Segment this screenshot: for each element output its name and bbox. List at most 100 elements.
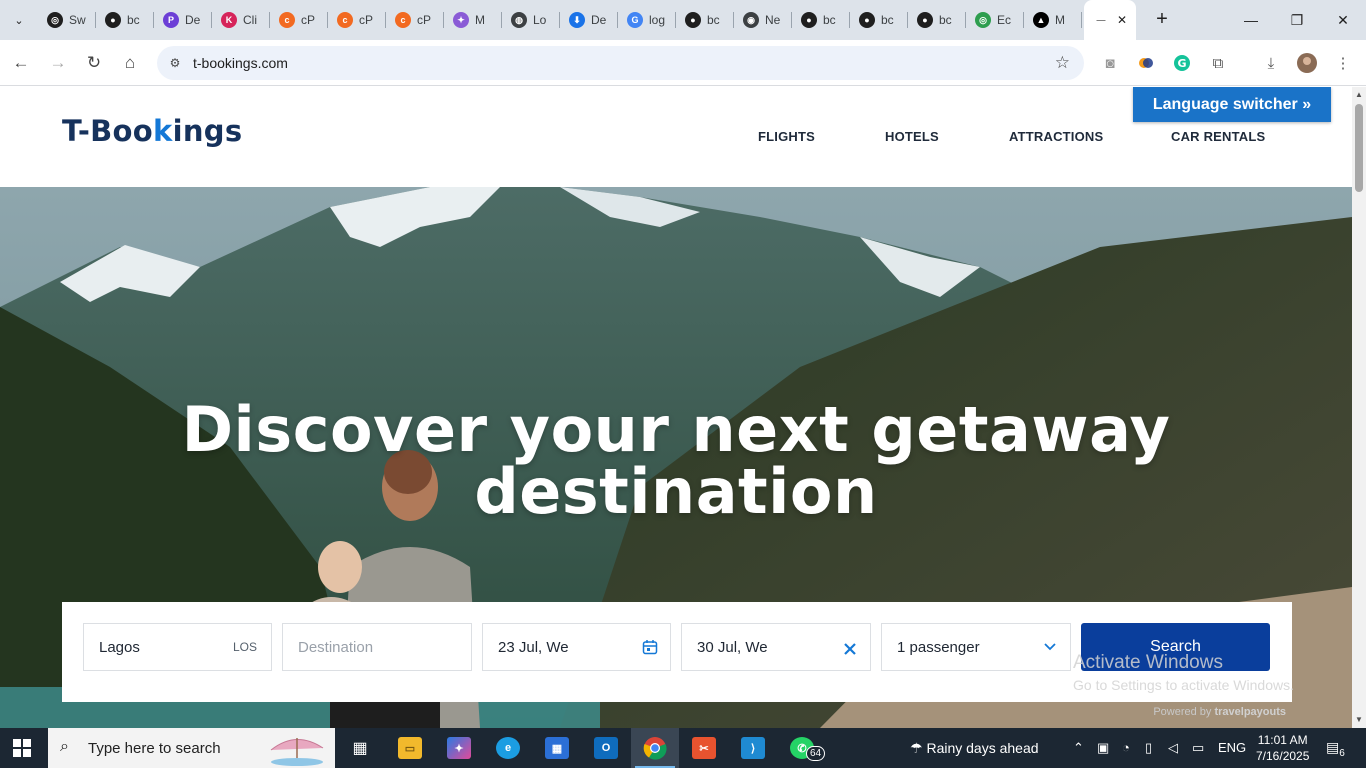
depart-date-field[interactable]: 23 Jul, We	[482, 623, 671, 671]
browser-tab[interactable]: — ✕	[1084, 0, 1136, 40]
notification-center-icon[interactable]: ▤6	[1326, 739, 1345, 759]
browser-tab[interactable]: ● bc	[908, 0, 966, 40]
volume-icon[interactable]: ◁	[1168, 740, 1178, 756]
chrome-taskbar-icon[interactable]	[631, 728, 679, 768]
destination-field[interactable]: Destination	[282, 623, 472, 671]
downloads-icon[interactable]: ⤓	[1260, 52, 1282, 74]
tab-title: bc	[707, 13, 720, 27]
browser-tab[interactable]: ◎ Ec	[966, 0, 1024, 40]
battery-icon[interactable]: ▭	[1192, 740, 1204, 756]
nav-hotels[interactable]: HOTELS	[885, 129, 939, 144]
bookmark-star-icon[interactable]: ☆	[1055, 53, 1070, 73]
vercel-icon: ▲	[1033, 12, 1049, 28]
search-highlight-illustration	[270, 738, 324, 766]
site-settings-icon[interactable]: ⚙	[166, 54, 184, 72]
nav-car-rentals[interactable]: CAR RENTALS	[1171, 129, 1265, 144]
browser-tab[interactable]: ✦ M	[444, 0, 502, 40]
tab-list: ◎ Sw ● bc P De K Cli c cP c cP c cP ✦ M ◍ Lo ⬇ De Glog ● bc ◉ Ne…	[38, 0, 1136, 40]
windows-taskbar: ⌕ Type here to search ▦ ▭ ✦ e ▦ O ✂ ⟩ ✆ …	[0, 728, 1366, 768]
browser-tab[interactable]: ● bc	[96, 0, 154, 40]
browser-tab[interactable]: ● bc	[792, 0, 850, 40]
forward-arrow-icon[interactable]: →	[45, 50, 71, 76]
taskbar-search-box[interactable]: ⌕ Type here to search	[48, 728, 335, 768]
browser-tab[interactable]: ⬇ De	[560, 0, 618, 40]
origin-field[interactable]: Lagos LOS	[83, 623, 272, 671]
clear-x-icon[interactable]	[840, 639, 860, 659]
scroll-thumb[interactable]	[1355, 104, 1363, 192]
scroll-down-arrow-icon[interactable]: ▼	[1354, 715, 1364, 725]
passengers-value: 1 passenger	[897, 639, 980, 656]
passengers-select[interactable]: 1 passenger	[881, 623, 1071, 671]
tray-app-icon[interactable]: ▣	[1097, 740, 1109, 756]
chevron-down-icon	[1040, 637, 1060, 657]
camera-icon[interactable]: ◙	[1099, 52, 1121, 74]
browser-tab[interactable]: ◍ Lo	[502, 0, 560, 40]
scroll-up-arrow-icon[interactable]: ▲	[1354, 90, 1364, 100]
tab-title: cP	[417, 13, 432, 27]
whatsapp-icon[interactable]: ✆ 64	[778, 728, 826, 768]
destination-placeholder: Destination	[298, 639, 374, 656]
minimize-icon[interactable]: —	[1228, 0, 1274, 40]
back-arrow-icon[interactable]: ←	[8, 50, 34, 76]
input-language[interactable]: ENG	[1218, 740, 1246, 755]
windows-start-icon[interactable]	[13, 739, 31, 757]
profile-avatar[interactable]	[1296, 52, 1318, 74]
task-view-icon[interactable]: ▦	[336, 728, 384, 768]
browser-tab[interactable]: c cP	[328, 0, 386, 40]
browser-tab[interactable]: ● bc	[850, 0, 908, 40]
browser-tab[interactable]: ◉ Ne	[734, 0, 792, 40]
browser-tab[interactable]: Glog	[618, 0, 676, 40]
file-explorer-icon[interactable]: ▭	[386, 728, 434, 768]
microsoft-store-icon[interactable]: ▦	[533, 728, 581, 768]
origin-airport-code: LOS	[232, 640, 257, 654]
nav-flights[interactable]: FLIGHTS	[758, 129, 815, 144]
grammarly-icon[interactable]: G	[1171, 52, 1193, 74]
depart-date-value: 23 Jul, We	[498, 639, 569, 656]
home-icon[interactable]: ⌂	[117, 50, 143, 76]
extension-orange-icon[interactable]	[1135, 52, 1157, 74]
browser-tab[interactable]: K Cli	[212, 0, 270, 40]
site-logo[interactable]: T-Bookings	[62, 114, 242, 148]
restore-icon[interactable]: ❐	[1274, 0, 1320, 40]
p-brand-icon: P	[163, 12, 179, 28]
browser-tab[interactable]: P De	[154, 0, 212, 40]
url-text[interactable]: t-bookings.com	[193, 55, 288, 71]
cpanel-icon: c	[279, 12, 295, 28]
vscode-icon[interactable]: ⟩	[729, 728, 777, 768]
wifi-icon[interactable]: ◔	[1122, 740, 1130, 755]
nav-attractions[interactable]: ATTRACTIONS	[1009, 129, 1103, 144]
tab-title: De	[591, 13, 607, 27]
system-clock[interactable]: 11:01 AM 7/16/2025	[1256, 732, 1309, 764]
weather-widget[interactable]: ☂ Rainy days ahead	[910, 740, 1039, 757]
site-header: T-Bookings FLIGHTS HOTELS ATTRACTIONS CA…	[0, 87, 1352, 187]
tab-strip: ⌄ ◎ Sw ● bc P De K Cli c cP c cP c cP ✦ M ◍ Lo ⬇ De Glog ● bc ◉…	[0, 0, 1366, 40]
calendar-icon[interactable]	[640, 637, 660, 657]
browser-tab[interactable]: ● bc	[676, 0, 734, 40]
chatgpt-icon: ◎	[47, 12, 63, 28]
tray-chevron-up-icon[interactable]: ⌃	[1073, 740, 1084, 756]
new-tab-plus-icon[interactable]: +	[1150, 8, 1174, 32]
tab-search-chevron-icon[interactable]: ⌄	[6, 8, 32, 32]
outlook-icon[interactable]: O	[582, 728, 630, 768]
browser-tab[interactable]: c cP	[270, 0, 328, 40]
window-close-icon[interactable]: ✕	[1320, 0, 1366, 40]
extensions-puzzle-icon[interactable]: ⧉	[1207, 52, 1229, 74]
git-app-icon[interactable]: ✂	[680, 728, 728, 768]
browser-tab[interactable]: ▲ M	[1024, 0, 1082, 40]
browser-tab[interactable]: c cP	[386, 0, 444, 40]
green-circle-icon: ◎	[975, 12, 991, 28]
browser-tab[interactable]: ◎ Sw	[38, 0, 96, 40]
powered-by-label[interactable]: Powered by travelpayouts	[1153, 706, 1286, 718]
phone-link-icon[interactable]: ▯	[1145, 740, 1152, 756]
tab-close-icon[interactable]: ✕	[1114, 12, 1130, 28]
copilot-app-icon[interactable]: ✦	[435, 728, 483, 768]
tab-title: Ne	[765, 13, 781, 27]
language-switcher-button[interactable]: Language switcher »	[1133, 87, 1331, 122]
browser-menu-icon[interactable]: ⋮	[1332, 52, 1354, 74]
tab-title: Lo	[533, 13, 547, 27]
reload-icon[interactable]: ↻	[81, 50, 107, 76]
address-bar[interactable]: ⚙ t-bookings.com ☆	[157, 46, 1084, 80]
page-scrollbar[interactable]: ▲ ▼	[1352, 87, 1366, 728]
edge-icon[interactable]: e	[484, 728, 532, 768]
return-date-field[interactable]: 30 Jul, We	[681, 623, 871, 671]
